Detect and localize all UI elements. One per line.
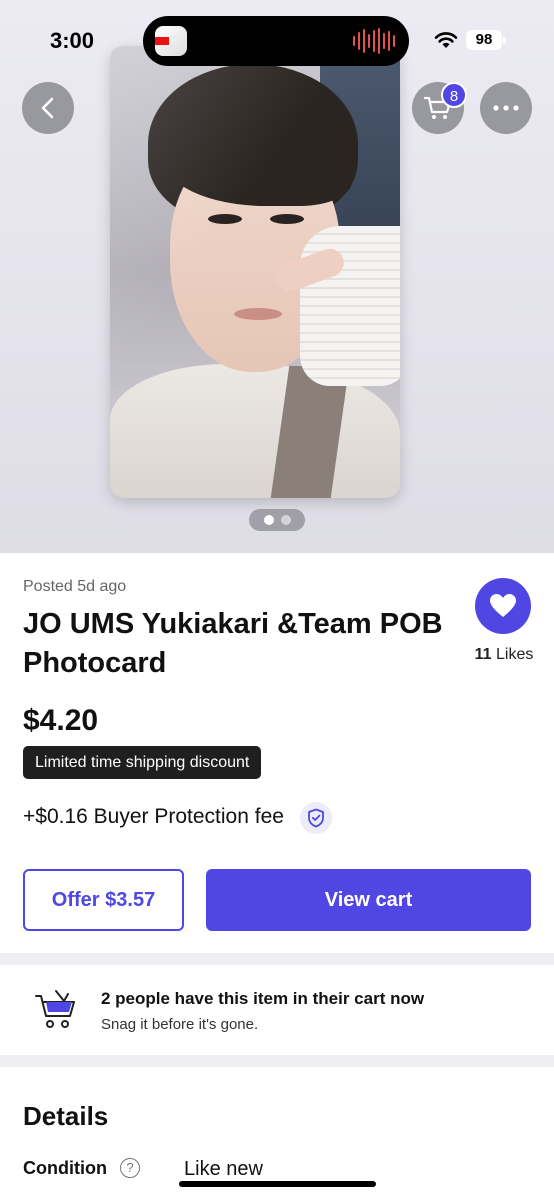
- shipping-discount-badge: Limited time shipping discount: [23, 746, 262, 779]
- more-dots-icon: [493, 105, 519, 111]
- heart-icon: [490, 594, 516, 617]
- pager-dot[interactable]: [280, 515, 291, 525]
- view-cart-button[interactable]: View cart: [206, 869, 531, 931]
- listing-title: JO UMS Yukiakari &Team POB Photocard: [23, 608, 443, 679]
- product-photo[interactable]: [110, 46, 400, 498]
- photo-pager[interactable]: [249, 509, 305, 531]
- cart-notice-icon: [35, 990, 75, 1028]
- price: $4.20: [23, 704, 99, 737]
- cart-count-badge: 8: [441, 82, 467, 108]
- more-options-button[interactable]: [480, 82, 532, 134]
- like-button[interactable]: [475, 578, 531, 634]
- product-photo-gallery[interactable]: 3:00 98 8: [0, 0, 554, 553]
- buyer-protection-fee: +$0.16 Buyer Protection fee: [23, 805, 284, 828]
- wifi-icon: [434, 32, 458, 48]
- audio-wave-icon: [353, 28, 395, 54]
- photo-gloss: [110, 46, 400, 498]
- likes-number: 11: [474, 646, 492, 663]
- section-divider: [0, 1055, 554, 1067]
- condition-value: Like new: [184, 1158, 263, 1180]
- details-heading: Details: [23, 1101, 109, 1131]
- battery-indicator: 98: [466, 30, 506, 50]
- chevron-left-icon: [41, 97, 54, 119]
- status-time: 3:00: [50, 28, 95, 53]
- help-icon[interactable]: ?: [120, 1158, 140, 1178]
- make-offer-button[interactable]: Offer $3.57: [23, 869, 184, 931]
- back-button[interactable]: [22, 82, 74, 134]
- cart-notice-subtitle: Snag it before it's gone.: [101, 1016, 259, 1033]
- buyer-protection-info-button[interactable]: [300, 802, 332, 834]
- dynamic-island: [143, 16, 409, 66]
- likes-count: 11 Likes: [456, 646, 552, 664]
- section-divider: [0, 953, 554, 965]
- condition-label: Condition: [23, 1158, 107, 1178]
- posted-date: Posted 5d ago: [23, 578, 127, 595]
- cart-notice-title: 2 people have this item in their cart no…: [101, 989, 425, 1008]
- pager-dot-active[interactable]: [263, 515, 274, 525]
- shield-check-icon: [308, 808, 324, 828]
- likes-label: Likes: [496, 646, 534, 663]
- app-icon: [155, 26, 187, 56]
- home-indicator[interactable]: [179, 1181, 376, 1187]
